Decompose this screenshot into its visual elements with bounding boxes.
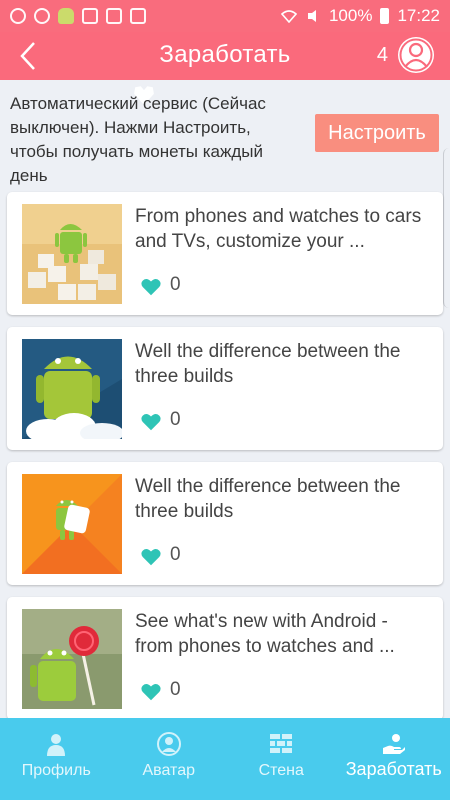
card-thumbnail xyxy=(22,204,122,304)
bottom-navigation: Профиль Аватар Стена Заработать xyxy=(0,718,450,800)
nav-profile[interactable]: Профиль xyxy=(0,718,113,800)
wall-icon xyxy=(269,732,293,756)
android-blue-clouds-image xyxy=(22,339,122,439)
android-marshmallow-cubes-image xyxy=(22,204,122,304)
news-card[interactable]: From phones and watches to cars and TVs,… xyxy=(7,192,443,315)
auto-service-text: Автоматический сервис (Сейчас выключен).… xyxy=(10,94,266,185)
avatar-icon xyxy=(156,732,181,756)
person-icon xyxy=(44,732,68,756)
card-thumbnail xyxy=(22,474,122,574)
android-orange-marshmallow-image xyxy=(22,474,122,574)
clock: 17:22 xyxy=(397,6,440,25)
card-title: Well the difference between the three bu… xyxy=(135,476,401,522)
android-icon xyxy=(58,8,74,24)
mute-icon xyxy=(307,10,316,22)
card-title: Well the difference between the three bu… xyxy=(135,341,401,387)
nav-avatar[interactable]: Аватар xyxy=(113,718,226,800)
heart-icon[interactable] xyxy=(140,276,162,298)
earn-icon xyxy=(382,732,406,756)
image-icon xyxy=(106,8,122,24)
status-bar: 100% 17:22 xyxy=(0,0,450,105)
auto-service-panel: Автоматический сервис (Сейчас выключен).… xyxy=(0,80,450,185)
notification-icons xyxy=(10,8,154,105)
app-bar: Заработать 4 xyxy=(0,32,450,80)
nav-wall[interactable]: Стена xyxy=(225,718,338,800)
card-title: See what's new with Android - from phone… xyxy=(135,611,395,657)
nav-earn[interactable]: Заработать xyxy=(338,718,450,800)
nav-earn-label: Заработать xyxy=(345,759,442,779)
nav-profile-label: Профиль xyxy=(21,762,91,779)
setup-button[interactable]: Настроить xyxy=(315,114,439,152)
system-status: 100% 17:22 xyxy=(280,6,440,26)
nav-wall-label: Стена xyxy=(258,762,304,779)
card-thumbnail xyxy=(22,339,122,439)
battery-percent: 100% xyxy=(328,6,373,25)
wifi-icon xyxy=(280,10,297,23)
profile-avatar-button[interactable] xyxy=(398,37,434,73)
heart-icon[interactable] xyxy=(140,411,162,433)
card-thumbnail xyxy=(22,609,122,709)
mail-icon xyxy=(82,8,98,24)
user-icon xyxy=(399,38,433,72)
like-count: 0 xyxy=(170,544,181,565)
news-card[interactable]: See what's new with Android - from phone… xyxy=(7,597,443,720)
heart-icon[interactable] xyxy=(140,546,162,568)
bag-icon xyxy=(130,8,146,24)
battery-icon xyxy=(380,8,390,24)
android-lollipop-image xyxy=(22,609,122,709)
like-count: 0 xyxy=(170,409,181,430)
news-card[interactable]: Well the difference between the three bu… xyxy=(7,462,443,585)
card-title: From phones and watches to cars and TVs,… xyxy=(135,206,422,252)
nav-avatar-label: Аватар xyxy=(142,762,195,779)
news-card[interactable]: Well the difference between the three bu… xyxy=(7,327,443,450)
signal-icon xyxy=(10,8,26,24)
heart-icon[interactable] xyxy=(140,681,162,703)
side-handle[interactable] xyxy=(443,148,450,308)
like-count: 0 xyxy=(170,679,181,700)
shield-icon xyxy=(34,8,50,24)
coin-count: 4 xyxy=(376,44,388,66)
like-count: 0 xyxy=(170,274,181,295)
